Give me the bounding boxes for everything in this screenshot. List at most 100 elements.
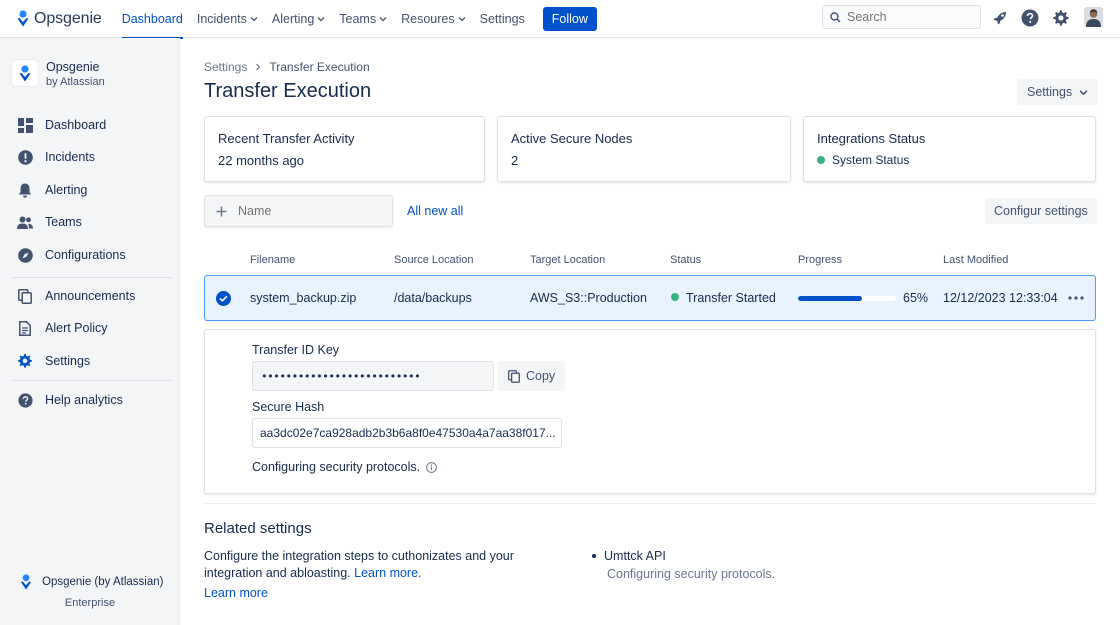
nav-teams[interactable]: Teams bbox=[339, 0, 387, 38]
nav-settings[interactable]: Settings bbox=[480, 0, 525, 38]
breadcrumb-settings[interactable]: Settings bbox=[204, 60, 247, 74]
column-header[interactable]: Progress bbox=[798, 254, 842, 266]
column-header[interactable]: Target Location bbox=[530, 254, 605, 266]
sidebar-item-label: Help analytics bbox=[45, 393, 123, 407]
chevron-down-icon bbox=[379, 16, 387, 21]
footer-product-name: Opsgenie (by Atlassian) bbox=[42, 576, 164, 588]
avatar[interactable] bbox=[1083, 6, 1103, 28]
security-note: Configuring security protocols. bbox=[252, 460, 438, 474]
nav-label: Alerting bbox=[271, 11, 315, 26]
nav-label: Incidents bbox=[196, 11, 247, 26]
column-header[interactable]: Status bbox=[670, 254, 701, 266]
name-input[interactable] bbox=[238, 204, 378, 218]
nav-label: Teams bbox=[339, 11, 377, 26]
learn-more-inline-link[interactable]: Learn more. bbox=[354, 566, 421, 580]
main-nav: Dashboard Incidents Alerting Teams Resou… bbox=[121, 0, 597, 39]
sidebar-item-label: Settings bbox=[45, 354, 91, 368]
progress-label: 65% bbox=[903, 291, 929, 305]
settings-dropdown-button[interactable]: Settings bbox=[1017, 79, 1099, 105]
column-header[interactable]: Source Location bbox=[394, 254, 474, 266]
sidebar-item-settings[interactable]: Settings bbox=[0, 348, 180, 374]
table-row[interactable]: system_backup.zip /data/backups AWS_S3::… bbox=[204, 275, 1096, 321]
sidebar-item-announcements[interactable]: Announcements bbox=[0, 283, 180, 309]
opsgenie-logo-icon bbox=[12, 60, 38, 86]
sidebar-item-label: Alert Policy bbox=[45, 321, 108, 335]
search-input[interactable] bbox=[847, 10, 967, 24]
sidebar-divider bbox=[12, 277, 172, 278]
copy-label: Copy bbox=[526, 369, 556, 383]
sidebar-item-alerting[interactable]: Alerting bbox=[0, 177, 180, 203]
card-recent-transfer: Recent Transfer Activity 22 months ago bbox=[204, 116, 485, 182]
sidebar-item-label: Configurations bbox=[45, 248, 126, 262]
sidebar-brand[interactable]: Opsgenie by Atlassian bbox=[12, 60, 105, 89]
plus-icon bbox=[216, 206, 227, 216]
sidebar-item-configurations[interactable]: Configurations bbox=[0, 242, 180, 268]
rocket-icon[interactable] bbox=[990, 8, 1010, 28]
section-divider bbox=[204, 503, 1096, 504]
nav-alerting[interactable]: Alerting bbox=[272, 0, 325, 38]
sidebar-brand-sub: by Atlassian bbox=[46, 76, 105, 88]
related-description: Configure the integration steps to cutho… bbox=[204, 548, 524, 582]
configure-settings-button[interactable]: Configur settings bbox=[985, 198, 1097, 224]
breadcrumb: Settings Transfer Execution bbox=[204, 60, 370, 74]
people-icon bbox=[17, 214, 33, 230]
compass-icon bbox=[17, 247, 33, 263]
nav-label: Settings bbox=[479, 11, 525, 26]
dashboard-icon bbox=[17, 117, 33, 133]
column-header[interactable]: Filename bbox=[250, 254, 295, 266]
status-text: System Status bbox=[832, 153, 910, 167]
nav-label: Resoures bbox=[401, 11, 455, 26]
opsgenie-logo[interactable]: Opsgenie bbox=[17, 0, 102, 38]
table-header: Filename Source Location Target Location… bbox=[204, 254, 1096, 274]
copy-button[interactable]: Copy bbox=[498, 361, 566, 391]
card-title: Recent Transfer Activity bbox=[218, 131, 355, 146]
document-icon bbox=[17, 320, 33, 336]
transfer-id-field[interactable]: •••••••••••••••••••••••••• bbox=[252, 361, 494, 391]
sidebar-item-help-analytics[interactable]: Help analytics bbox=[0, 387, 180, 413]
sidebar-item-alert-policy[interactable]: Alert Policy bbox=[0, 315, 180, 341]
nav-label: Dashboard bbox=[121, 11, 183, 26]
sidebar-item-label: Dashboard bbox=[45, 118, 107, 132]
learn-more-link[interactable]: Learn more bbox=[204, 586, 268, 600]
main-content: Settings Transfer Execution Transfer Exe… bbox=[180, 38, 1120, 625]
bell-icon bbox=[17, 182, 33, 198]
cell-last-modified: 12/12/2023 12:33:04 bbox=[943, 291, 1058, 305]
gear-icon[interactable] bbox=[1051, 8, 1071, 28]
row-detail-panel: Transfer ID Key ••••••••••••••••••••••••… bbox=[204, 329, 1096, 494]
incident-icon bbox=[17, 149, 33, 165]
sidebar-item-incidents[interactable]: Incidents bbox=[0, 144, 180, 170]
more-actions-button[interactable] bbox=[1066, 289, 1086, 307]
nav-resources[interactable]: Resoures bbox=[401, 0, 466, 38]
sidebar-item-dashboard[interactable]: Dashboard bbox=[0, 112, 180, 138]
sidebar-item-label: Announcements bbox=[45, 289, 136, 303]
card-title: Active Secure Nodes bbox=[511, 131, 633, 146]
column-header[interactable]: Last Modified bbox=[943, 254, 1008, 266]
nav-incidents[interactable]: Incidents bbox=[197, 0, 258, 38]
opsgenie-logo-icon bbox=[17, 10, 29, 27]
sidebar-item-teams[interactable]: Teams bbox=[0, 209, 180, 235]
chevron-down-icon bbox=[317, 16, 325, 21]
chevron-down-icon bbox=[250, 16, 258, 21]
all-new-link[interactable]: All new all bbox=[407, 204, 463, 218]
list-item[interactable]: Umttck API bbox=[592, 549, 775, 563]
secure-hash-field[interactable]: aa3dc02e7ca928adb2b3b6a8f0e47530a4a7aa38… bbox=[252, 418, 562, 448]
search-box[interactable] bbox=[822, 5, 981, 29]
footer-plan: Enterprise bbox=[64, 597, 116, 609]
card-value: 2 bbox=[511, 153, 519, 168]
sidebar-item-label: Teams bbox=[45, 215, 82, 229]
sidebar-footer: Opsgenie (by Atlassian) Enterprise bbox=[0, 574, 180, 609]
sidebar-item-label: Incidents bbox=[45, 150, 96, 164]
brand-name: Opsgenie bbox=[34, 9, 102, 27]
follow-button[interactable]: Follow bbox=[542, 6, 597, 31]
related-list: Umttck API Configuring security protocol… bbox=[592, 549, 775, 581]
page-title: Transfer Execution bbox=[204, 80, 372, 102]
row-checkbox[interactable] bbox=[216, 291, 231, 306]
check-icon bbox=[219, 295, 228, 302]
name-filter[interactable] bbox=[204, 195, 393, 227]
nav-dashboard[interactable]: Dashboard bbox=[121, 0, 184, 39]
help-icon[interactable] bbox=[1020, 8, 1040, 28]
cell-filename: system_backup.zip bbox=[250, 291, 357, 305]
info-icon[interactable] bbox=[426, 461, 438, 473]
status-dot bbox=[817, 156, 825, 164]
list-item-title: Umttck API bbox=[604, 549, 666, 563]
